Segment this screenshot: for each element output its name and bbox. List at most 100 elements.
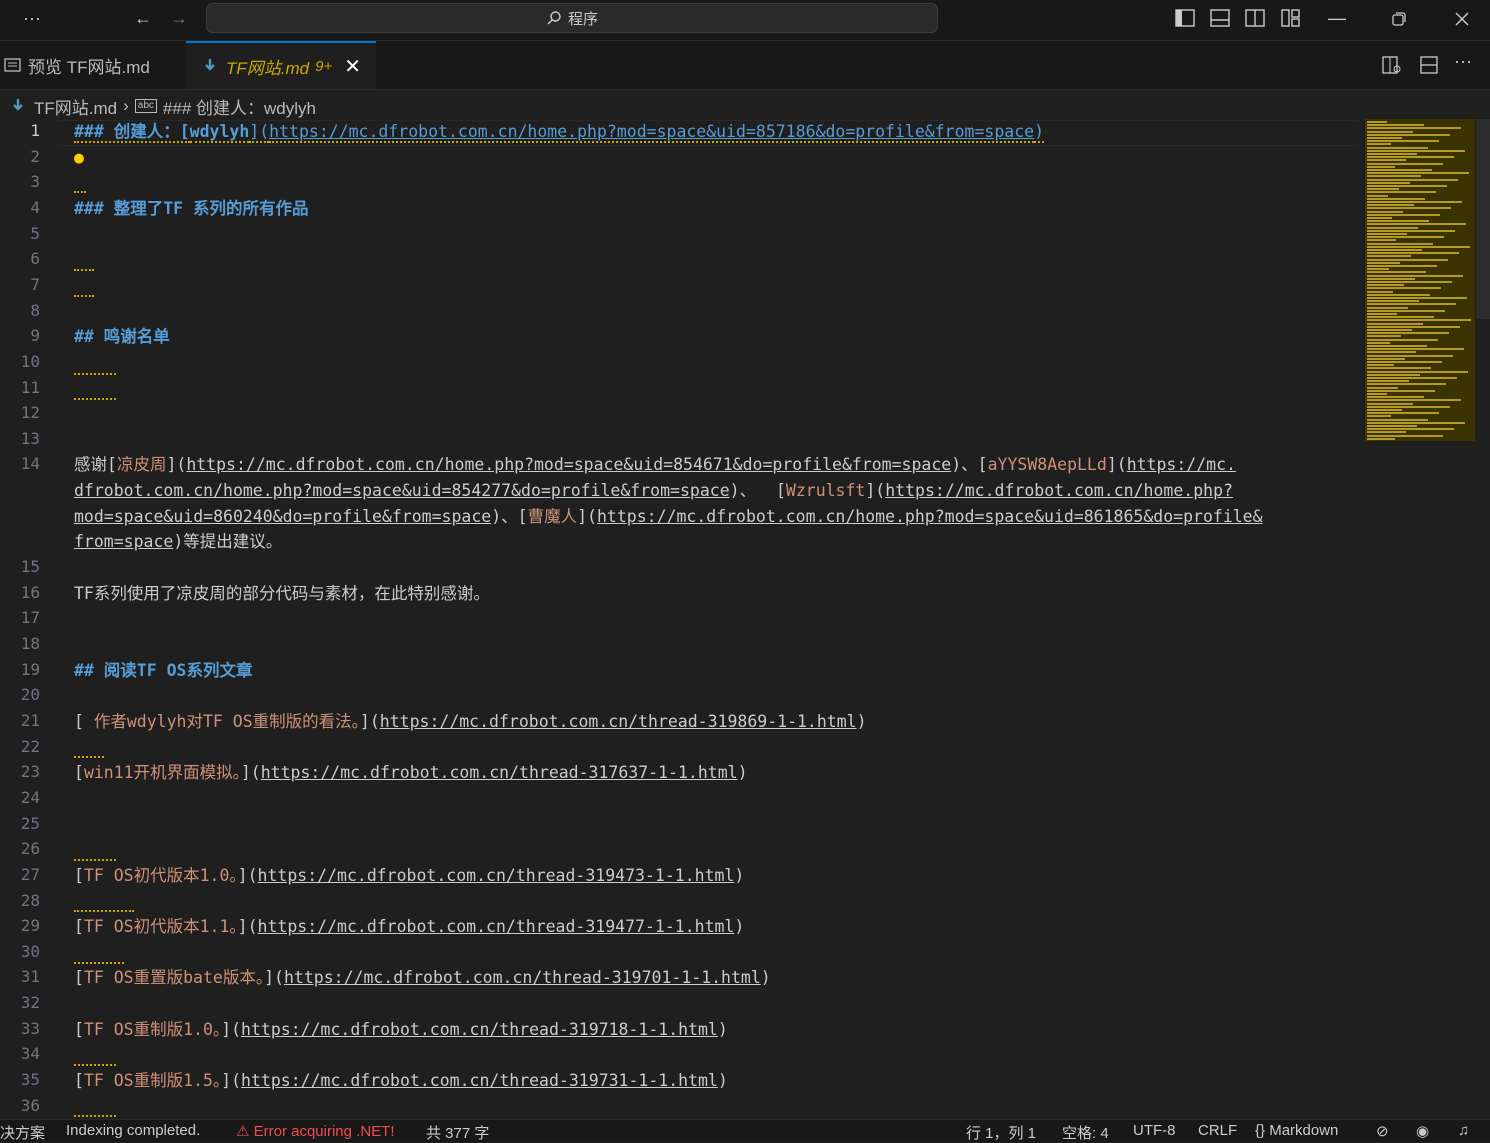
minimap-row	[1367, 383, 1446, 386]
warning-squiggle	[74, 756, 104, 758]
customize-layout-icon[interactable]	[1281, 9, 1301, 27]
link-url[interactable]: https://mc.dfrobot.com.cn/thread-319473-…	[258, 866, 735, 885]
minimap-row	[1367, 431, 1406, 434]
tab-markdown-file[interactable]: TF网站.md 9+ ✕	[186, 41, 376, 89]
line-number: 20	[20, 685, 40, 705]
tab-preview[interactable]: 预览 TF网站.md	[0, 41, 184, 89]
copilot-disabled-icon[interactable]: ⊘	[1376, 1122, 1389, 1140]
toggle-secondary-sidebar-icon[interactable]	[1245, 9, 1265, 27]
markdown-file-icon	[13, 99, 23, 111]
link-url[interactable]: https://mc.dfrobot.com.cn/thread-317637-…	[261, 763, 738, 782]
link-url[interactable]: https://mc.dfrobot.com.cn/home.php?mod=s…	[269, 122, 1035, 143]
minimap-row	[1367, 252, 1459, 255]
toggle-panel-icon[interactable]	[1210, 9, 1230, 27]
line-number: 9	[30, 326, 40, 346]
open-preview-side-icon[interactable]	[1382, 56, 1402, 74]
breadcrumb-symbol[interactable]: ### 创建人：wdylyh	[163, 94, 316, 119]
link-url[interactable]: https://mc.dfrobot.com.cn/home.php?mod=s…	[597, 507, 1263, 526]
line-number: 25	[20, 813, 40, 833]
ai-assistant-icon[interactable]: ◉	[1416, 1122, 1429, 1140]
link-url[interactable]: https://mc.dfrobot.com.cn/thread-319477-…	[258, 917, 735, 936]
editor-tabs: 预览 TF网站.md TF网站.md 9+ ✕ ···	[0, 41, 1490, 90]
nav-forward-button[interactable]: →	[166, 0, 192, 36]
code-line-4: ### 整理了TF 系列的所有作品	[74, 199, 309, 218]
status-encoding[interactable]: UTF-8	[1133, 1122, 1176, 1139]
minimap-row	[1367, 297, 1467, 299]
code-line-35: [TF OS重制版1.5。](https://mc.dfrobot.com.cn…	[74, 1071, 728, 1090]
close-window-icon[interactable]	[1454, 11, 1470, 27]
minimap-row	[1367, 156, 1454, 159]
link-url[interactable]: https://mc.dfrobot.com.cn/home.php?	[885, 481, 1233, 500]
minimap-row	[1367, 236, 1444, 239]
status-indentation[interactable]: 空格: 4	[1062, 1122, 1109, 1143]
minimize-icon[interactable]: —	[1324, 0, 1350, 36]
minimap-row	[1367, 124, 1424, 127]
breadcrumb-file[interactable]: TF网站.md	[34, 94, 117, 119]
status-cursor-position[interactable]: 行 1，列 1	[966, 1122, 1036, 1143]
code-line-23: [win11开机界面模拟。](https://mc.dfrobot.com.cn…	[74, 763, 748, 782]
line-number: 3	[30, 172, 40, 192]
link-url[interactable]: from=space	[74, 532, 173, 551]
split-editor-icon[interactable]	[1420, 56, 1438, 74]
notifications-bell-icon[interactable]: ♫	[1458, 1122, 1469, 1139]
minimap-row	[1367, 335, 1401, 338]
warning-squiggle	[74, 859, 116, 861]
minimap-row	[1367, 437, 1395, 440]
link-url[interactable]: https://mc.dfrobot.com.cn/thread-319701-…	[284, 968, 761, 987]
close-tab-icon[interactable]: ✕	[344, 54, 361, 79]
minimap-row	[1367, 389, 1435, 392]
link-url[interactable]: dfrobot.com.cn/home.php?mod=space&uid=85…	[74, 481, 730, 500]
minimap-row	[1367, 165, 1395, 168]
minimap-row	[1367, 284, 1404, 287]
line-number: 27	[20, 864, 40, 884]
warning-squiggle	[74, 962, 124, 964]
minimap-row	[1367, 341, 1390, 344]
nav-back-button[interactable]: ←	[130, 0, 156, 36]
minimap-row	[1367, 121, 1387, 123]
code-line-19: ## 阅读TF OS系列文章	[74, 661, 253, 680]
minimap-row	[1367, 367, 1431, 370]
warning-squiggle	[74, 910, 134, 912]
minimap-row	[1367, 412, 1439, 415]
restore-icon[interactable]	[1391, 11, 1407, 27]
code-line-31: [TF OS重置版bate版本。](https://mc.dfrobot.com…	[74, 968, 771, 987]
minimap-row	[1367, 306, 1408, 309]
link-url[interactable]: mod=space&uid=860240&do=profile&from=spa…	[74, 507, 491, 526]
line-number: 8	[30, 300, 40, 320]
minimap-row	[1367, 159, 1406, 162]
minimap-row	[1367, 265, 1437, 267]
status-eol[interactable]: CRLF	[1198, 1122, 1237, 1139]
minimap-row	[1367, 204, 1414, 207]
link-url[interactable]: https://mc.dfrobot.com.cn/thread-319869-…	[380, 712, 857, 731]
code-line-29: [TF OS初代版本1.1。](https://mc.dfrobot.com.c…	[74, 917, 745, 936]
link-url[interactable]: https://mc.dfrobot.com.cn/home.php?mod=s…	[186, 455, 951, 474]
line-number: 26	[20, 839, 40, 859]
minimap-row	[1367, 242, 1433, 245]
minimap-row	[1367, 316, 1434, 319]
line-number: 23	[20, 762, 40, 782]
line-number: 24	[20, 787, 40, 807]
minimap-row	[1367, 137, 1402, 139]
toggle-primary-sidebar-icon[interactable]	[1175, 9, 1195, 27]
menu-ellipsis-icon[interactable]: ···	[18, 0, 46, 36]
status-wordcount[interactable]: 共 377 字	[426, 1122, 489, 1143]
warning-triangle-icon: ⚠	[236, 1123, 250, 1140]
command-center-search[interactable]: 程序	[206, 3, 938, 33]
minimap[interactable]	[1365, 119, 1475, 441]
status-solution[interactable]: 决方案	[0, 1122, 45, 1143]
minimap-row	[1367, 428, 1454, 431]
warning-squiggle	[74, 269, 94, 271]
minimap-row	[1367, 351, 1416, 354]
link-url[interactable]: https://mc.dfrobot.com.cn/thread-319731-…	[241, 1071, 718, 1090]
link-url[interactable]: https://mc.dfrobot.com.cn/thread-319718-…	[241, 1020, 718, 1039]
line-number: 5	[30, 223, 40, 243]
status-language[interactable]: {} Markdown	[1255, 1122, 1338, 1139]
status-error[interactable]: ⚠ Error acquiring .NET!	[236, 1122, 395, 1140]
status-indexing[interactable]: Indexing completed.	[66, 1122, 200, 1139]
more-actions-icon[interactable]: ···	[1454, 51, 1472, 72]
link-url[interactable]: https://mc.	[1127, 455, 1236, 474]
line-number: 4	[30, 197, 40, 217]
lightbulb-icon[interactable]: ●	[74, 145, 84, 171]
vertical-scrollbar[interactable]	[1476, 119, 1490, 319]
minimap-row	[1367, 130, 1413, 133]
